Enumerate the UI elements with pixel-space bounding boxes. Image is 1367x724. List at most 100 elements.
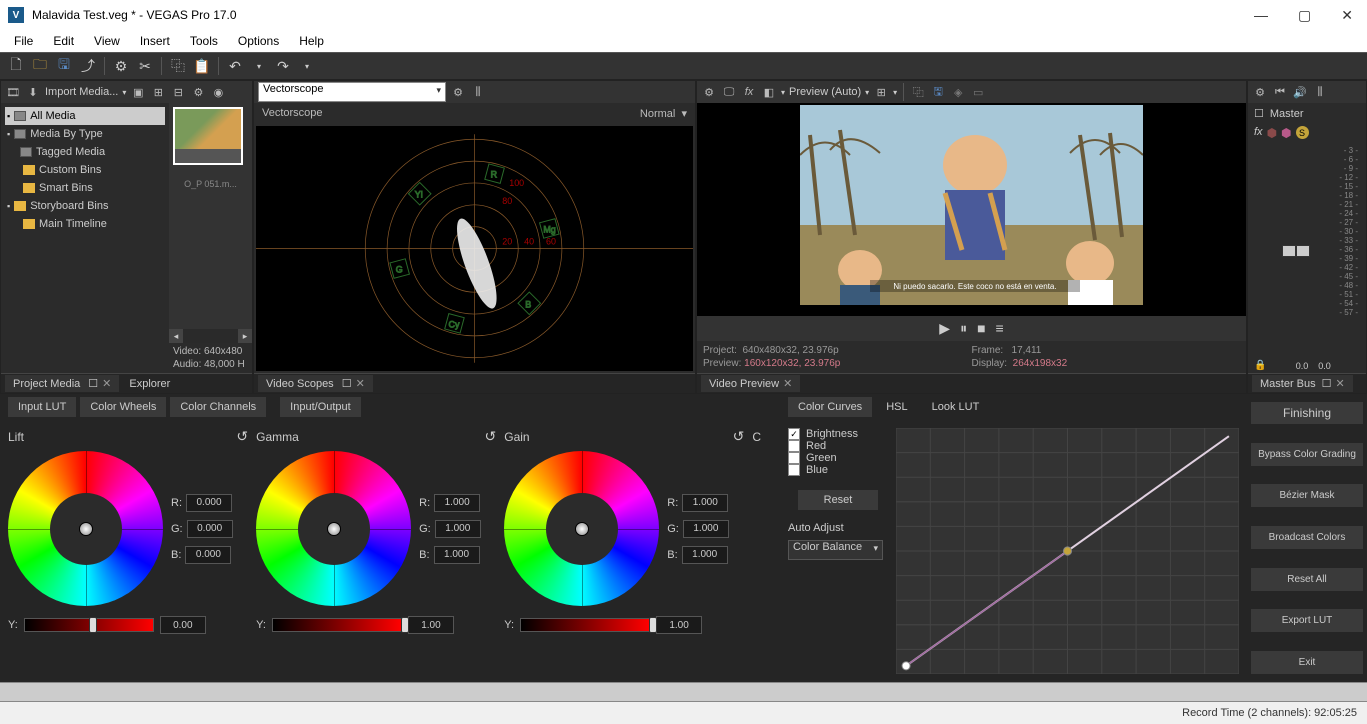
maximize-button[interactable]: ▢ xyxy=(1292,5,1317,26)
lock-icon[interactable]: 🔒 xyxy=(1254,360,1266,371)
render-icon[interactable]: ⤴ xyxy=(78,56,98,76)
redo-dropdown-icon[interactable]: ▾ xyxy=(297,56,317,76)
bypass-button[interactable]: Bypass Color Grading xyxy=(1251,443,1363,466)
master-checkbox[interactable]: ☐ xyxy=(1254,107,1264,120)
master-fx-icon[interactable]: fx xyxy=(1254,126,1263,140)
playlist-button[interactable]: ≡ xyxy=(996,320,1004,337)
tab-color-channels[interactable]: Color Channels xyxy=(170,397,266,417)
scope-mode-dropdown[interactable]: Normal ▾ xyxy=(640,107,687,120)
menu-view[interactable]: View xyxy=(84,32,130,50)
tab-video-preview[interactable]: Video Preview ✕ xyxy=(701,375,800,392)
b-input[interactable] xyxy=(434,546,480,564)
bezier-mask-button[interactable]: Bézier Mask xyxy=(1251,484,1363,507)
g-input[interactable] xyxy=(187,520,233,538)
media-props-icon[interactable]: ⚙ xyxy=(190,84,206,100)
tab-input-output[interactable]: Input/Output xyxy=(280,397,361,417)
toggle-icon-1[interactable]: ◈ xyxy=(950,84,966,100)
master-plugin-icon-1[interactable]: ⬢ xyxy=(1267,126,1277,140)
tab-look-lut[interactable]: Look LUT xyxy=(922,397,990,417)
menu-insert[interactable]: Insert xyxy=(130,32,180,50)
r-input[interactable] xyxy=(434,494,480,512)
tab-hsl[interactable]: HSL xyxy=(876,397,917,417)
broadcast-colors-button[interactable]: Broadcast Colors xyxy=(1251,526,1363,549)
exit-button[interactable]: Exit xyxy=(1251,651,1363,674)
curves-reset-button[interactable]: Reset xyxy=(798,490,878,510)
y-input[interactable] xyxy=(160,616,206,634)
mute-solo-buttons[interactable] xyxy=(1282,245,1310,257)
reset-all-button[interactable]: Reset All xyxy=(1251,568,1363,591)
color-wheel[interactable] xyxy=(8,451,163,606)
overlay-icon[interactable]: ⊞ xyxy=(873,84,889,100)
tree-media-by-type[interactable]: ▪Media By Type xyxy=(5,125,165,143)
g-input[interactable] xyxy=(435,520,481,538)
menu-tools[interactable]: Tools xyxy=(180,32,228,50)
mixer-prefs-icon[interactable]: ⚙ xyxy=(1252,84,1268,100)
tab-master-bus[interactable]: Master Bus ☐ ✕ xyxy=(1252,375,1353,392)
menu-file[interactable]: File xyxy=(4,32,43,50)
toggle-icon-2[interactable]: ▭ xyxy=(970,84,986,100)
media-scrollbar[interactable]: ◂▸ xyxy=(169,329,252,343)
cut-icon[interactable]: ✂ xyxy=(135,56,155,76)
import-media-button[interactable]: Import Media... xyxy=(45,86,118,98)
curves-canvas[interactable] xyxy=(896,428,1239,674)
close-button[interactable]: ✕ xyxy=(1335,5,1359,26)
dim-icon[interactable]: 🔊 xyxy=(1292,84,1308,100)
external-monitor-icon[interactable]: 🖵 xyxy=(721,84,737,100)
channel-red[interactable]: Red xyxy=(788,440,888,452)
tree-main-timeline[interactable]: Main Timeline xyxy=(5,215,165,233)
timeline-scroll-area[interactable] xyxy=(0,682,1367,702)
b-input[interactable] xyxy=(185,546,231,564)
preview-prefs-icon[interactable]: ⚙ xyxy=(701,84,717,100)
split-screen-icon[interactable]: ◧ xyxy=(761,84,777,100)
tree-all-media[interactable]: ▪All Media xyxy=(5,107,165,125)
scope-type-dropdown[interactable]: Vectorscope xyxy=(258,82,446,102)
y-input[interactable] xyxy=(656,616,702,634)
tab-color-wheels[interactable]: Color Wheels xyxy=(80,397,166,417)
r-input[interactable] xyxy=(682,494,728,512)
menu-help[interactable]: Help xyxy=(289,32,334,50)
tree-custom-bins[interactable]: Custom Bins xyxy=(5,161,165,179)
tab-project-media[interactable]: Project Media ☐ ✕ xyxy=(5,375,119,392)
skip-start-icon[interactable]: ⏮ xyxy=(1272,84,1288,100)
paste-icon[interactable]: 📋 xyxy=(192,56,212,76)
tab-color-curves[interactable]: Color Curves xyxy=(788,397,872,417)
properties-icon[interactable]: ⚙ xyxy=(111,56,131,76)
reset-icon[interactable]: ↺ xyxy=(733,428,745,445)
reset-icon[interactable]: ↺ xyxy=(236,428,248,445)
save-snapshot-icon[interactable]: 🖫 xyxy=(930,84,946,100)
scope-settings-icon[interactable]: ⚙ xyxy=(450,84,466,100)
mixer-options-icon[interactable]: ⫼ xyxy=(1312,84,1328,100)
redo-icon[interactable]: ↷ xyxy=(273,56,293,76)
reset-icon[interactable]: ↺ xyxy=(485,428,497,445)
channel-blue[interactable]: Blue xyxy=(788,464,888,476)
tree-tagged-media[interactable]: Tagged Media xyxy=(5,143,165,161)
tab-finishing[interactable]: Finishing xyxy=(1251,402,1363,424)
copy-snapshot-icon[interactable]: ⿻ xyxy=(910,84,926,100)
master-plugin-icon-3[interactable]: S xyxy=(1296,126,1309,139)
b-input[interactable] xyxy=(682,546,728,564)
export-lut-button[interactable]: Export LUT xyxy=(1251,609,1363,632)
import-icon[interactable]: ⬇ xyxy=(25,84,41,100)
media-icon-1[interactable]: 🎞 xyxy=(5,84,21,100)
color-wheel[interactable] xyxy=(504,451,659,606)
menu-edit[interactable]: Edit xyxy=(43,32,84,50)
save-icon[interactable]: 🖫 xyxy=(54,56,74,76)
open-icon[interactable]: 🗀 xyxy=(30,56,50,76)
channel-brightness[interactable]: ✓Brightness xyxy=(788,428,888,440)
video-fx-icon[interactable]: fx xyxy=(741,84,757,100)
media-clip-thumb[interactable] xyxy=(173,107,243,165)
disc-icon[interactable]: ◉ xyxy=(210,84,226,100)
preview-quality-dropdown[interactable]: Preview (Auto) xyxy=(789,86,861,98)
scope-histogram-icon[interactable]: ⫼ xyxy=(470,84,486,100)
pause-button[interactable]: ⏸ xyxy=(960,320,967,337)
y-input[interactable] xyxy=(408,616,454,634)
y-slider[interactable] xyxy=(24,618,154,632)
menu-options[interactable]: Options xyxy=(228,32,289,50)
minimize-button[interactable]: — xyxy=(1248,5,1274,26)
r-input[interactable] xyxy=(186,494,232,512)
play-button[interactable]: ▶ xyxy=(939,320,950,337)
tree-smart-bins[interactable]: Smart Bins xyxy=(5,179,165,197)
color-wheel[interactable] xyxy=(256,451,411,606)
tree-storyboard-bins[interactable]: ▪Storyboard Bins xyxy=(5,197,165,215)
tab-input-lut[interactable]: Input LUT xyxy=(8,397,76,417)
